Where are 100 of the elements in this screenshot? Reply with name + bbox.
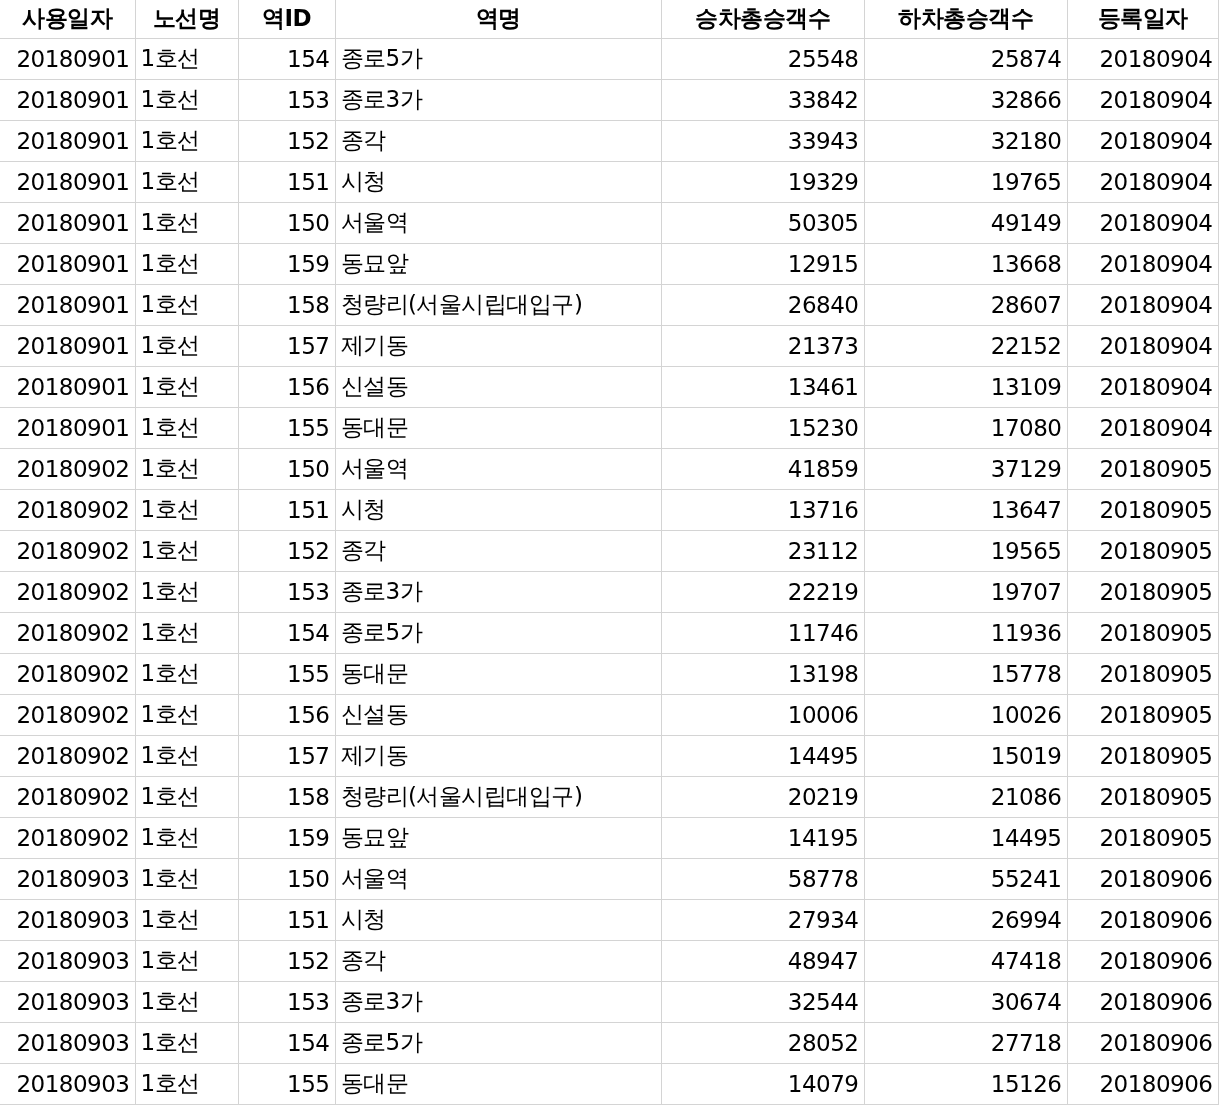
table-cell: 1호선 (135, 79, 238, 120)
table-cell: 20180904 (1067, 243, 1218, 284)
table-cell: 시청 (335, 489, 661, 530)
table-cell: 20180905 (1067, 571, 1218, 612)
table-cell: 20180902 (0, 735, 135, 776)
table-cell: 13716 (661, 489, 864, 530)
table-cell: 1호선 (135, 694, 238, 735)
table-cell: 1호선 (135, 38, 238, 79)
table-cell: 청량리(서울시립대입구) (335, 776, 661, 817)
table-cell: 제기동 (335, 325, 661, 366)
table-cell: 신설동 (335, 366, 661, 407)
table-cell: 152 (238, 120, 335, 161)
table-cell: 1호선 (135, 653, 238, 694)
table-cell: 21086 (864, 776, 1067, 817)
table-cell: 48947 (661, 940, 864, 981)
table-cell: 25874 (864, 38, 1067, 79)
table-cell: 20180901 (0, 161, 135, 202)
column-header: 하차총승객수 (864, 0, 1067, 38)
table-cell: 15778 (864, 653, 1067, 694)
table-cell: 158 (238, 776, 335, 817)
table-cell: 19707 (864, 571, 1067, 612)
table-cell: 13647 (864, 489, 1067, 530)
table-cell: 14495 (864, 817, 1067, 858)
table-cell: 159 (238, 243, 335, 284)
column-header: 역명 (335, 0, 661, 38)
table-cell: 동묘앞 (335, 243, 661, 284)
table-cell: 20180901 (0, 38, 135, 79)
table-cell: 1호선 (135, 448, 238, 489)
table-cell: 13198 (661, 653, 864, 694)
table-cell: 20180902 (0, 530, 135, 571)
table-cell: 151 (238, 899, 335, 940)
table-cell: 156 (238, 694, 335, 735)
table-cell: 20180904 (1067, 284, 1218, 325)
table-cell: 20219 (661, 776, 864, 817)
table-cell: 17080 (864, 407, 1067, 448)
table-cell: 1호선 (135, 325, 238, 366)
table-cell: 27718 (864, 1022, 1067, 1063)
table-cell: 1호선 (135, 776, 238, 817)
table-cell: 11936 (864, 612, 1067, 653)
table-cell: 20180906 (1067, 1022, 1218, 1063)
table-cell: 25548 (661, 38, 864, 79)
table-cell: 33943 (661, 120, 864, 161)
table-cell: 15019 (864, 735, 1067, 776)
table-cell: 28052 (661, 1022, 864, 1063)
table-cell: 152 (238, 940, 335, 981)
table-cell: 41859 (661, 448, 864, 489)
column-header: 노선명 (135, 0, 238, 38)
table-cell: 20180906 (1067, 1063, 1218, 1104)
table-cell: 20180906 (1067, 858, 1218, 899)
table-cell: 1호선 (135, 243, 238, 284)
table-cell: 153 (238, 981, 335, 1022)
table-cell: 종로3가 (335, 79, 661, 120)
table-cell: 155 (238, 407, 335, 448)
table-cell: 1호선 (135, 612, 238, 653)
table-cell: 20180902 (0, 776, 135, 817)
table-cell: 32866 (864, 79, 1067, 120)
table-cell: 20180904 (1067, 407, 1218, 448)
table-cell: 종각 (335, 940, 661, 981)
table-cell: 10026 (864, 694, 1067, 735)
table-cell: 1호선 (135, 489, 238, 530)
column-header: 등록일자 (1067, 0, 1218, 38)
table-cell: 20180905 (1067, 735, 1218, 776)
table-cell: 58778 (661, 858, 864, 899)
table-cell: 20180904 (1067, 120, 1218, 161)
table-cell: 20180905 (1067, 489, 1218, 530)
table-cell: 1호선 (135, 530, 238, 571)
table-cell: 20180902 (0, 817, 135, 858)
table-cell: 신설동 (335, 694, 661, 735)
table-cell: 종로3가 (335, 981, 661, 1022)
table-cell: 13668 (864, 243, 1067, 284)
table-cell: 20180901 (0, 202, 135, 243)
table-cell: 20180904 (1067, 325, 1218, 366)
table-cell: 20180903 (0, 899, 135, 940)
table-cell: 37129 (864, 448, 1067, 489)
table-cell: 12915 (661, 243, 864, 284)
table-cell: 20180904 (1067, 161, 1218, 202)
table-cell: 11746 (661, 612, 864, 653)
table-cell: 1호선 (135, 366, 238, 407)
column-header: 승차총승객수 (661, 0, 864, 38)
table-cell: 23112 (661, 530, 864, 571)
table-cell: 1호선 (135, 899, 238, 940)
table-cell: 20180903 (0, 1022, 135, 1063)
table-cell: 13461 (661, 366, 864, 407)
table-cell: 20180901 (0, 79, 135, 120)
table-cell: 20180904 (1067, 366, 1218, 407)
table-cell: 1호선 (135, 120, 238, 161)
table-cell: 1호선 (135, 161, 238, 202)
table-cell: 20180903 (0, 1063, 135, 1104)
table-cell: 19565 (864, 530, 1067, 571)
table-cell: 종로3가 (335, 571, 661, 612)
table-cell: 20180905 (1067, 612, 1218, 653)
table-cell: 청량리(서울시립대입구) (335, 284, 661, 325)
table-cell: 32180 (864, 120, 1067, 161)
table-cell: 동대문 (335, 407, 661, 448)
table-cell: 150 (238, 448, 335, 489)
table-cell: 47418 (864, 940, 1067, 981)
table-cell: 14195 (661, 817, 864, 858)
table-cell: 20180902 (0, 612, 135, 653)
table-cell: 시청 (335, 161, 661, 202)
table-cell: 157 (238, 735, 335, 776)
